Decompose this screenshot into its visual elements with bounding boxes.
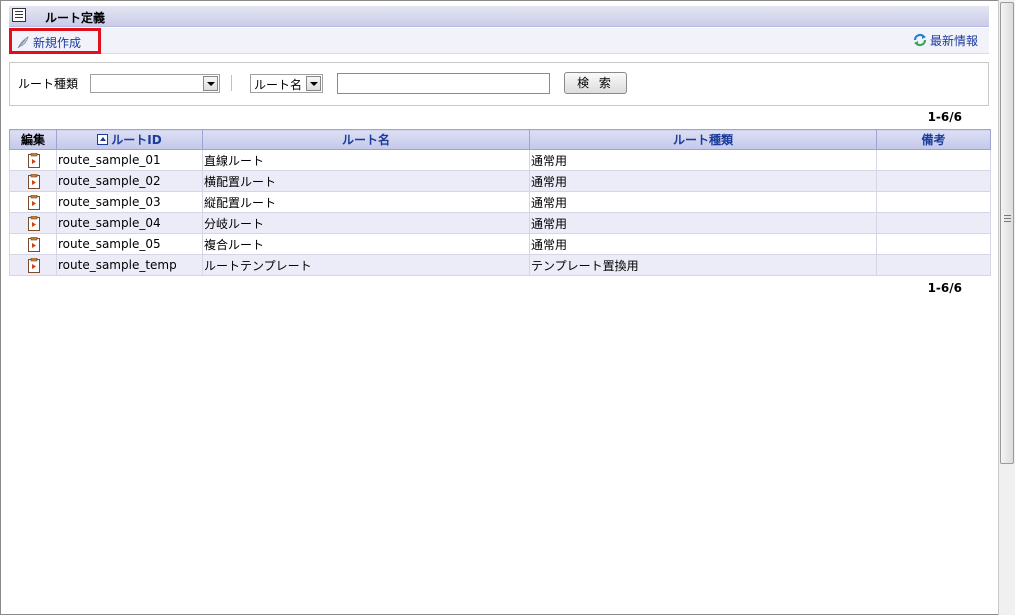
route-type-cell: 通常用 xyxy=(529,170,877,192)
table-row: route_sample_temp ルートテンプレート テンプレート置換用 xyxy=(9,254,991,276)
route-id-cell: route_sample_04 xyxy=(56,212,203,234)
search-panel: ルート種類 ルート名 検 索 xyxy=(9,62,989,106)
note-cell xyxy=(876,149,991,171)
table-row: route_sample_05 複合ルート 通常用 xyxy=(9,233,991,255)
column-header-route-type[interactable]: ルート種類 xyxy=(529,129,877,150)
table-header-row: 編集 ルートID ルート名 ルート種類 備考 xyxy=(9,129,991,150)
scrollbar-thumb[interactable] xyxy=(1000,2,1014,464)
refresh-button[interactable]: 最新情報 xyxy=(913,31,987,49)
refresh-label: 最新情報 xyxy=(930,34,979,48)
route-type-label: ルート種類 xyxy=(18,77,79,91)
route-id-cell: route_sample_01 xyxy=(56,149,203,171)
route-type-cell: テンプレート置換用 xyxy=(529,254,877,276)
route-type-cell: 通常用 xyxy=(529,233,877,255)
refresh-icon xyxy=(913,33,927,47)
table-row: route_sample_04 分岐ルート 通常用 xyxy=(9,212,991,234)
list-icon xyxy=(12,8,26,22)
note-cell xyxy=(876,191,991,213)
chevron-down-icon[interactable] xyxy=(306,76,321,91)
edit-document-icon[interactable] xyxy=(27,257,40,273)
note-cell xyxy=(876,170,991,192)
column-header-route-id-label[interactable]: ルートID xyxy=(111,133,161,147)
column-header-note[interactable]: 備考 xyxy=(876,129,991,150)
search-field-select[interactable]: ルート名 xyxy=(250,74,323,93)
result-count-top: 1-6/6 xyxy=(927,110,962,124)
route-id-cell: route_sample_05 xyxy=(56,233,203,255)
column-header-edit: 編集 xyxy=(9,129,57,150)
route-name-cell: 直線ルート xyxy=(202,149,530,171)
grip-icon xyxy=(1004,215,1011,216)
route-id-cell: route_sample_02 xyxy=(56,170,203,192)
new-create-label: 新規作成 xyxy=(33,36,82,50)
route-table: 編集 ルートID ルート名 ルート種類 備考 route_sample_01 直… xyxy=(9,129,991,276)
edit-document-icon[interactable] xyxy=(27,194,40,210)
route-id-cell: route_sample_temp xyxy=(56,254,203,276)
divider xyxy=(231,75,232,91)
edit-document-icon[interactable] xyxy=(27,173,40,189)
route-name-cell: 横配置ルート xyxy=(202,170,530,192)
route-name-cell: 縦配置ルート xyxy=(202,191,530,213)
edit-cell[interactable] xyxy=(9,212,57,234)
route-name-cell: 分岐ルート xyxy=(202,212,530,234)
column-header-route-id[interactable]: ルートID xyxy=(56,129,203,150)
vertical-scrollbar[interactable] xyxy=(998,0,1015,615)
search-button[interactable]: 検 索 xyxy=(564,72,627,94)
sort-ascending-icon[interactable] xyxy=(97,134,109,145)
edit-document-icon[interactable] xyxy=(27,215,40,231)
edit-document-icon[interactable] xyxy=(27,236,40,252)
chevron-down-icon[interactable] xyxy=(203,76,218,91)
table-row: route_sample_03 縦配置ルート 通常用 xyxy=(9,191,991,213)
result-count-bottom: 1-6/6 xyxy=(927,281,962,295)
route-name-cell: ルートテンプレート xyxy=(202,254,530,276)
table-row: route_sample_01 直線ルート 通常用 xyxy=(9,149,991,171)
route-type-cell: 通常用 xyxy=(529,191,877,213)
search-field-value: ルート名 xyxy=(254,78,303,92)
route-type-cell: 通常用 xyxy=(529,212,877,234)
route-type-select[interactable] xyxy=(90,74,220,93)
edit-document-icon[interactable] xyxy=(27,152,40,168)
edit-cell[interactable] xyxy=(9,170,57,192)
route-id-cell: route_sample_03 xyxy=(56,191,203,213)
edit-cell[interactable] xyxy=(9,233,57,255)
column-header-route-name[interactable]: ルート名 xyxy=(202,129,530,150)
title-bar: ルート定義 xyxy=(9,6,989,27)
toolbar: 新規作成 最新情報 xyxy=(9,28,989,54)
note-cell xyxy=(876,212,991,234)
note-cell xyxy=(876,233,991,255)
route-type-cell: 通常用 xyxy=(529,149,877,171)
note-cell xyxy=(876,254,991,276)
edit-cell[interactable] xyxy=(9,254,57,276)
table-row: route_sample_02 横配置ルート 通常用 xyxy=(9,170,991,192)
feather-icon xyxy=(17,36,29,49)
edit-cell[interactable] xyxy=(9,191,57,213)
page-title: ルート定義 xyxy=(45,11,106,25)
edit-cell[interactable] xyxy=(9,149,57,171)
new-create-button[interactable]: 新規作成 xyxy=(9,28,101,54)
keyword-input[interactable] xyxy=(337,73,550,94)
route-name-cell: 複合ルート xyxy=(202,233,530,255)
main-panel: ルート定義 新規作成 最新情報 ルート種類 ルート名 検 索 1-6/6 編集 … xyxy=(0,0,998,615)
